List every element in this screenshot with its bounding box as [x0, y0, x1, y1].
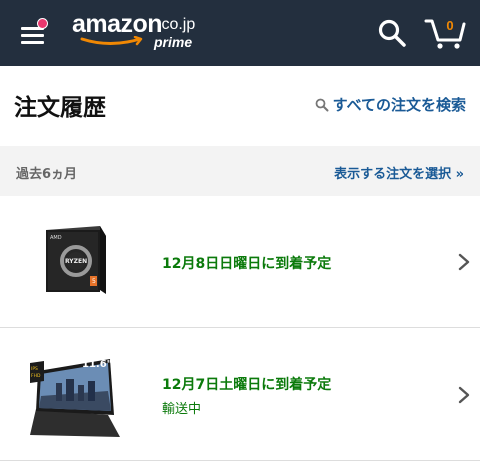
top-navigation-bar: amazon .co.jp prime 0: [0, 0, 480, 66]
search-all-orders-label: すべての注文を検索: [332, 96, 466, 114]
amazon-prime-logo[interactable]: amazon .co.jp prime: [72, 10, 202, 56]
svg-text:AMD: AMD: [50, 235, 62, 241]
page-title: 注文履歴: [14, 95, 106, 121]
chevron-right-icon: [458, 386, 470, 404]
select-orders-link[interactable]: 表示する注文を選択 »: [334, 163, 464, 182]
menu-button[interactable]: [18, 18, 48, 48]
search-icon: [378, 19, 406, 47]
smile-arrow-icon: [80, 36, 143, 46]
order-filter-bar: 過去6ヵ月 表示する注文を選択 »: [0, 146, 480, 196]
svg-text:5: 5: [92, 278, 96, 285]
screen-size-badge: 11.6": [82, 359, 112, 370]
order-row[interactable]: AMD RYZEN 5 12月8日日曜日に到着予定: [0, 196, 480, 328]
page-title-row: 注文履歴 すべての注文を検索: [0, 66, 480, 146]
logo-domain: .co.jp: [157, 16, 196, 33]
shipping-status: 輸送中: [162, 402, 202, 417]
chevron-right-icon: [458, 253, 470, 271]
search-icon: [315, 98, 329, 111]
cart-button[interactable]: 0: [424, 14, 466, 50]
cart-count: 0: [446, 18, 454, 33]
period-label: 過去6ヵ月: [16, 167, 78, 182]
portable-monitor-image: IPS FHD 11.6": [30, 359, 120, 437]
delivery-estimate: 12月8日日曜日に到着予定: [162, 256, 332, 272]
search-all-orders-link[interactable]: すべての注文を検索: [315, 94, 466, 115]
delivery-estimate: 12月7日土曜日に到着予定: [162, 377, 332, 393]
search-button[interactable]: [377, 18, 407, 48]
svg-text:FHD: FHD: [31, 373, 41, 379]
svg-text:IPS: IPS: [31, 366, 38, 372]
menu-icon-line: [21, 34, 44, 37]
logo-prime: prime: [154, 34, 193, 50]
order-row[interactable]: IPS FHD 11.6" 12月7日土曜日に到着予定 輸送中: [0, 329, 480, 461]
ryzen-cpu-box-image: AMD RYZEN 5: [46, 226, 106, 294]
notification-dot: [37, 18, 48, 29]
menu-icon-line: [21, 41, 44, 44]
logo-wordmark: amazon: [72, 10, 163, 38]
svg-text:RYZEN: RYZEN: [65, 258, 87, 265]
